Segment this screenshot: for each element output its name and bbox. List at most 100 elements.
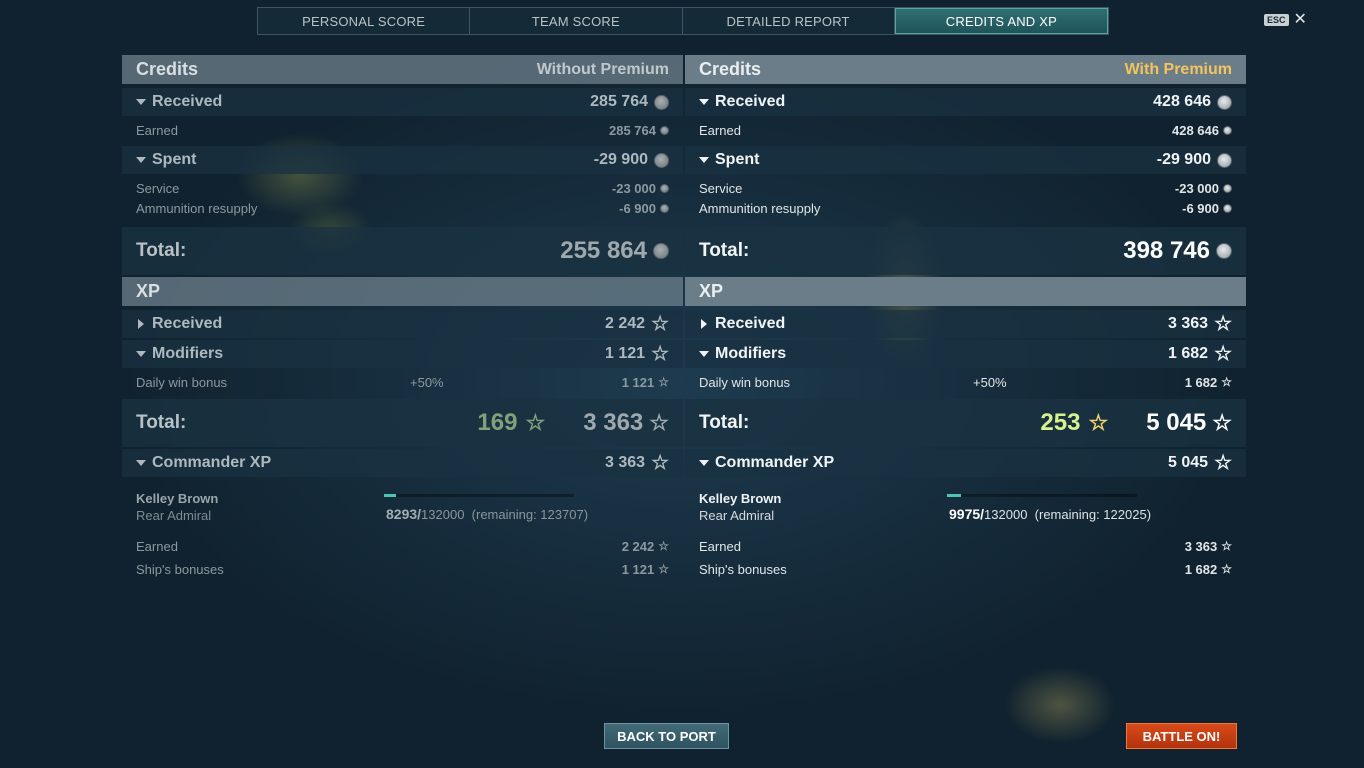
credit-coin-icon xyxy=(660,203,669,213)
ammo-row: Ammunition resupply -6 900 xyxy=(122,198,683,218)
ship-bonuses-value: 1 682 xyxy=(1184,561,1218,577)
credit-coin-icon xyxy=(654,152,669,168)
esc-key-hint: ESC xyxy=(1264,14,1289,26)
credits-received-group[interactable]: Received 285 764 xyxy=(122,88,683,116)
chevron-down-icon[interactable] xyxy=(136,351,146,357)
chevron-down-icon[interactable] xyxy=(136,157,146,163)
tab-bar: PERSONAL SCORE TEAM SCORE DETAILED REPOR… xyxy=(257,7,1109,35)
credit-coin-icon xyxy=(653,243,669,259)
chevron-down-icon[interactable] xyxy=(699,351,709,357)
back-to-port-button[interactable]: BACK TO PORT xyxy=(604,723,729,749)
credit-coin-icon xyxy=(660,183,669,193)
modifiers-label: Modifiers xyxy=(715,345,787,362)
xp-received-group[interactable]: Received 2 242 ☆ xyxy=(122,310,683,338)
star-icon: ☆ xyxy=(651,343,669,365)
chevron-right-icon[interactable] xyxy=(138,319,144,329)
xp-modifiers-group[interactable]: Modifiers 1 121 ☆ xyxy=(122,340,683,368)
xp-modifiers-group[interactable]: Modifiers 1 682 ☆ xyxy=(685,340,1246,368)
service-value: -23 000 xyxy=(1174,180,1219,196)
star-icon: ☆ xyxy=(658,375,669,389)
commander-name: Kelley Brown xyxy=(136,491,219,506)
xp-title: XP xyxy=(699,281,724,301)
credits-spent-value: -29 900 xyxy=(593,151,648,168)
service-row: Service -23 000 xyxy=(122,178,683,198)
commander-card: Kelley Brown Rear Admiral 8293/132000 (r… xyxy=(122,477,683,533)
commander-xp-progress-bar xyxy=(384,494,574,497)
star-icon: ☆ xyxy=(649,410,669,435)
credits-received-group[interactable]: Received 428 646 xyxy=(685,88,1246,116)
credits-spent-group[interactable]: Spent -29 900 xyxy=(685,146,1246,174)
modifiers-value: 1 682 xyxy=(1168,345,1209,362)
chevron-right-icon[interactable] xyxy=(701,319,707,329)
star-icon: ☆ xyxy=(651,452,669,474)
credit-coin-icon xyxy=(660,125,669,135)
chevron-down-icon[interactable] xyxy=(699,460,709,466)
battle-on-button[interactable]: BATTLE ON! xyxy=(1126,723,1237,749)
daily-win-bonus-row: Daily win bonus +50% 1 121 ☆ xyxy=(122,372,683,392)
xp-total-label: Total: xyxy=(136,412,187,433)
credits-received-label: Received xyxy=(715,93,786,110)
credits-earned-value: 428 646 xyxy=(1172,122,1219,138)
tab-personal-score[interactable]: PERSONAL SCORE xyxy=(258,8,471,34)
daily-win-bonus-row: Daily win bonus +50% 1 682 ☆ xyxy=(685,372,1246,392)
chevron-down-icon[interactable] xyxy=(136,460,146,466)
xp-received-value: 3 363 xyxy=(1168,315,1209,332)
star-icon: ☆ xyxy=(1212,410,1232,435)
credits-total-value: 398 746 xyxy=(1123,237,1210,264)
ammo-label: Ammunition resupply xyxy=(136,200,258,216)
premium-mode-label: Without Premium xyxy=(536,60,669,78)
star-icon: ☆ xyxy=(1214,313,1232,335)
credits-earned-value: 285 764 xyxy=(609,122,656,138)
credits-spent-group[interactable]: Spent -29 900 xyxy=(122,146,683,174)
commander-xp-value: 5 045 xyxy=(1168,454,1209,471)
chevron-down-icon[interactable] xyxy=(699,99,709,105)
commander-earned-row: Earned 2 242 ☆ xyxy=(122,536,683,556)
daily-win-bonus-percent: +50% xyxy=(410,374,444,390)
premium-mode-label: With Premium xyxy=(1124,60,1232,78)
ammo-row: Ammunition resupply -6 900 xyxy=(685,198,1246,218)
credits-total: Total: 255 864 xyxy=(122,227,683,275)
credits-title: Credits xyxy=(699,59,762,79)
credit-coin-icon xyxy=(1216,243,1232,259)
credits-earned-row: Earned 428 646 xyxy=(685,120,1246,140)
xp-total-label: Total: xyxy=(699,412,750,433)
credits-received-value: 285 764 xyxy=(590,93,648,110)
chevron-down-icon[interactable] xyxy=(699,157,709,163)
star-icon: ☆ xyxy=(1221,562,1232,576)
xp-total: Total: 169 ☆ 3 363 ☆ xyxy=(122,399,683,447)
close-button[interactable]: ESC ✕ xyxy=(1264,12,1307,28)
close-icon[interactable]: ✕ xyxy=(1294,12,1307,28)
daily-win-bonus-label: Daily win bonus xyxy=(699,374,791,390)
credit-coin-icon xyxy=(654,94,669,110)
commander-xp-label: Commander XP xyxy=(152,454,272,471)
credits-received-value: 428 646 xyxy=(1153,93,1211,110)
commander-xp-progress-bar xyxy=(947,494,1137,497)
commander-earned-label: Earned xyxy=(699,538,741,554)
credits-spent-label: Spent xyxy=(152,151,197,168)
tab-team-score[interactable]: TEAM SCORE xyxy=(470,8,683,34)
tab-credits-and-xp[interactable]: CREDITS AND XP xyxy=(894,8,1108,34)
commander-xp-group[interactable]: Commander XP 5 045 ☆ xyxy=(685,449,1246,477)
chevron-down-icon[interactable] xyxy=(136,99,146,105)
xp-header: XP xyxy=(122,277,683,306)
ship-bonuses-value: 1 121 xyxy=(621,561,655,577)
xp-received-group[interactable]: Received 3 363 ☆ xyxy=(685,310,1246,338)
commander-earned-value: 2 242 xyxy=(621,538,655,554)
credit-coin-icon xyxy=(1223,125,1232,135)
commander-name: Kelley Brown xyxy=(699,491,782,506)
credits-received-label: Received xyxy=(152,93,223,110)
star-icon: ☆ xyxy=(658,539,669,553)
ship-bonuses-row: Ship's bonuses 1 121 ☆ xyxy=(122,559,683,579)
xp-bonus-value: 169 xyxy=(477,409,518,436)
tab-detailed-report[interactable]: DETAILED REPORT xyxy=(683,8,895,34)
star-icon: ☆ xyxy=(1088,410,1109,435)
commander-xp-group[interactable]: Commander XP 3 363 ☆ xyxy=(122,449,683,477)
xp-title: XP xyxy=(136,281,161,301)
credit-coin-icon xyxy=(1217,94,1232,110)
credits-title: Credits xyxy=(136,59,199,79)
credits-earned-label: Earned xyxy=(699,122,741,138)
ammo-label: Ammunition resupply xyxy=(699,200,821,216)
xp-total-value: 3 363 xyxy=(583,409,644,436)
xp-bonus-value: 253 xyxy=(1040,409,1081,436)
credits-total-value: 255 864 xyxy=(560,237,647,264)
